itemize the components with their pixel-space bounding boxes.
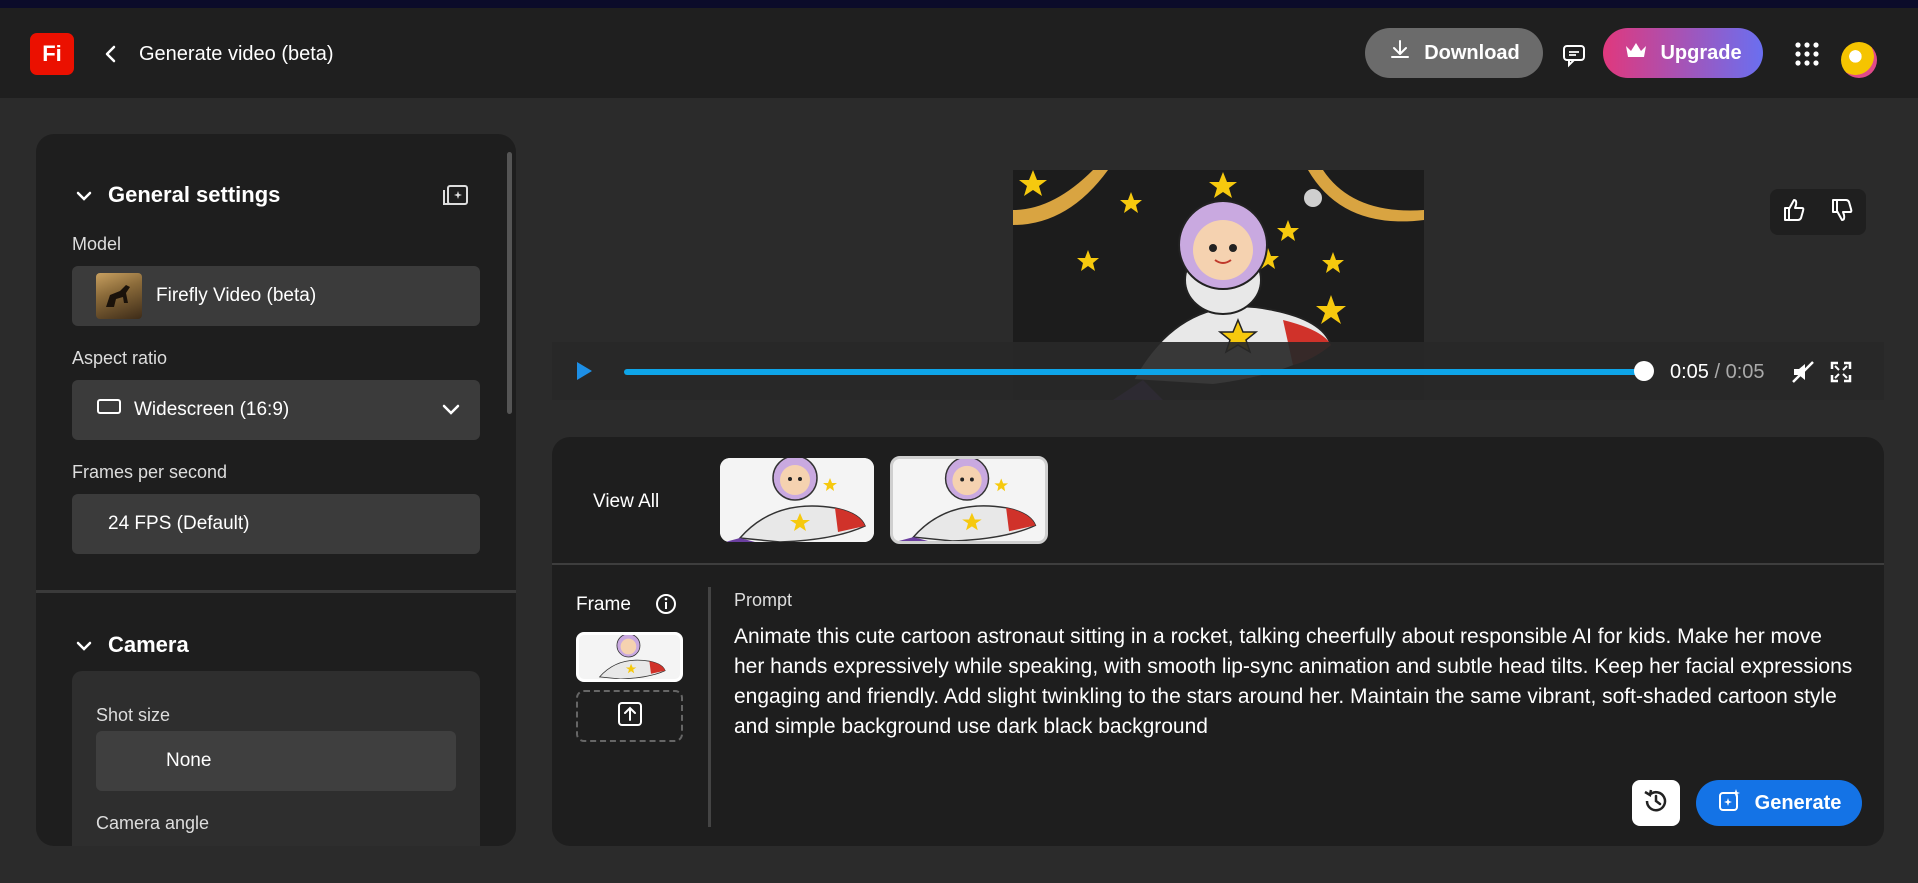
top-bar: Fi Generate video (beta) Download Upgrad…: [0, 8, 1918, 98]
total-time: 0:05: [1725, 361, 1765, 383]
fullscreen-icon[interactable]: [1828, 359, 1854, 385]
top-accent-line: [0, 0, 1918, 8]
generation-panel: View All Frame Prompt Animate this cute …: [552, 437, 1884, 846]
chevron-down-icon: [76, 182, 92, 208]
upload-icon: [616, 700, 644, 733]
play-icon[interactable]: [572, 359, 596, 383]
apps-grid-icon[interactable]: [1793, 40, 1821, 68]
view-all-link[interactable]: View All: [593, 491, 659, 513]
prompt-input[interactable]: Animate this cute cartoon astronaut sitt…: [734, 622, 1854, 742]
generate-sparkle-icon: [1717, 787, 1743, 819]
upgrade-label: Upgrade: [1660, 41, 1742, 64]
time-display: 0:05 / 0:05: [1670, 361, 1765, 384]
aspect-ratio-value: Widescreen (16:9): [134, 399, 290, 420]
chevron-down-icon: [76, 632, 92, 658]
settings-panel-icon[interactable]: [442, 182, 470, 208]
sidebar-divider: [36, 590, 516, 593]
download-label: Download: [1424, 41, 1520, 64]
widescreen-icon: [96, 398, 122, 422]
astronaut-frame-image: [589, 635, 670, 679]
composer-divider: [708, 587, 711, 827]
fps-select[interactable]: 24 FPS (Default): [72, 494, 480, 554]
fps-value: 24 FPS (Default): [108, 513, 250, 534]
gallery-thumbnail-selected[interactable]: [890, 456, 1048, 544]
frame-thumbnail[interactable]: [576, 632, 683, 682]
time-separator: /: [1708, 361, 1726, 383]
current-time: 0:05: [1670, 361, 1709, 383]
general-settings-title: General settings: [108, 182, 281, 207]
thumbs-down-icon[interactable]: [1829, 197, 1855, 228]
thumbs-up-icon[interactable]: [1781, 197, 1807, 228]
download-icon: [1388, 38, 1412, 68]
sidebar-scrollbar[interactable]: [507, 152, 512, 414]
mute-icon[interactable]: [1790, 359, 1816, 385]
camera-title: Camera: [108, 632, 189, 657]
camera-settings-card: Shot size None Camera angle: [72, 671, 480, 846]
model-label: Model: [72, 234, 122, 254]
settings-sidebar: General settings Model Firefly Video (be…: [36, 134, 516, 846]
shot-size-select[interactable]: None: [96, 731, 456, 791]
avatar[interactable]: [1841, 42, 1877, 78]
upgrade-button[interactable]: Upgrade: [1603, 28, 1763, 78]
astronaut-thumbnail-image: [893, 459, 1045, 541]
frame-label: Frame: [576, 594, 631, 615]
video-controls: 0:05 / 0:05: [552, 342, 1884, 400]
logo-text: Fi: [42, 41, 62, 66]
general-settings-header[interactable]: General settings: [76, 182, 280, 208]
model-select[interactable]: Firefly Video (beta): [72, 266, 480, 326]
fps-label: Frames per second: [72, 462, 228, 482]
history-button[interactable]: [1632, 780, 1680, 826]
model-thumbnail: [96, 273, 142, 319]
crown-icon: [1624, 40, 1648, 66]
progress-knob[interactable]: [1634, 361, 1654, 381]
gallery-thumbnail[interactable]: [720, 458, 874, 542]
shot-size-label: Shot size: [96, 705, 171, 725]
panel-divider: [552, 563, 1884, 565]
model-value: Firefly Video (beta): [156, 285, 317, 306]
comment-icon[interactable]: [1560, 41, 1588, 69]
camera-angle-label: Camera angle: [96, 813, 210, 833]
download-button[interactable]: Download: [1365, 28, 1543, 78]
chevron-left-icon[interactable]: [100, 43, 122, 65]
history-icon: [1642, 787, 1670, 820]
aspect-ratio-select[interactable]: Widescreen (16:9): [72, 380, 480, 440]
page-title: Generate video (beta): [139, 43, 334, 65]
prompt-label: Prompt: [734, 590, 793, 610]
generate-label: Generate: [1754, 791, 1842, 814]
shot-size-value: None: [166, 750, 212, 771]
progress-bar[interactable]: [624, 369, 1644, 375]
info-icon[interactable]: [655, 593, 677, 620]
chevron-down-icon: [442, 400, 460, 422]
aspect-ratio-label: Aspect ratio: [72, 348, 168, 368]
astronaut-thumbnail-image: [720, 458, 874, 542]
camera-header[interactable]: Camera: [76, 632, 189, 658]
firefly-logo[interactable]: Fi: [30, 33, 74, 75]
generate-button[interactable]: Generate: [1696, 780, 1862, 826]
frame-upload-button[interactable]: [576, 690, 683, 742]
feedback-group: [1770, 189, 1866, 235]
